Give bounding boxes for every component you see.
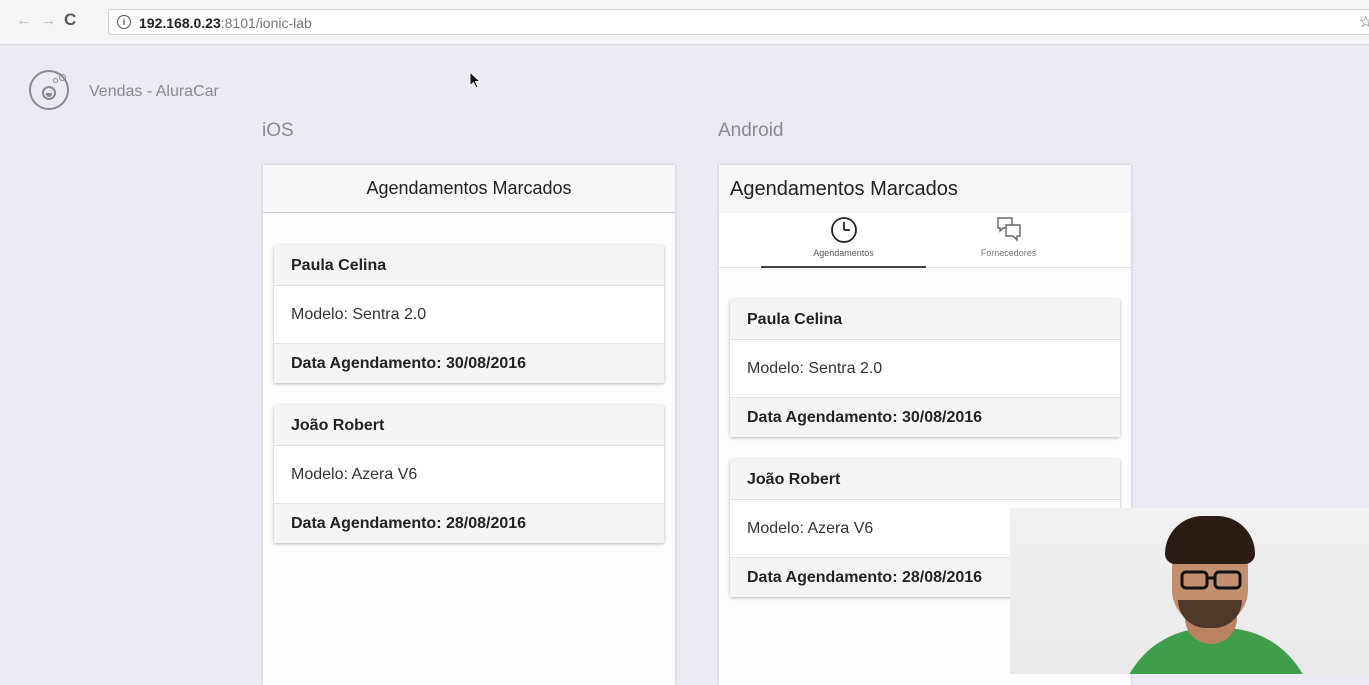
- ios-preview: Agendamentos Marcados Paula Celina Model…: [263, 165, 675, 685]
- bookmark-star-icon[interactable]: ☆: [1359, 12, 1369, 32]
- card-date: Data Agendamento: 28/08/2016: [274, 503, 664, 543]
- presenter-hair: [1165, 516, 1255, 564]
- android-tabbar: Agendamentos Fornecedores: [719, 213, 1131, 268]
- chat-bubbles-icon: [996, 217, 1021, 242]
- card-date: Data Agendamento: 30/08/2016: [274, 343, 664, 383]
- appointment-card[interactable]: Paula Celina Modelo: Sentra 2.0 Data Age…: [730, 299, 1120, 437]
- platform-label-ios: iOS: [262, 120, 294, 141]
- appointment-card[interactable]: Paula Celina Modelo: Sentra 2.0 Data Age…: [274, 245, 664, 383]
- webcam-overlay: [1010, 508, 1369, 674]
- mouse-cursor-icon: [469, 71, 482, 89]
- tab-label: Agendamentos: [813, 248, 874, 258]
- presenter-glasses: [1180, 570, 1242, 590]
- card-customer-name: Paula Celina: [730, 299, 1120, 340]
- tab-selected-indicator: [761, 266, 926, 268]
- card-customer-name: João Robert: [730, 459, 1120, 500]
- flask-shape: [42, 86, 56, 100]
- card-date: Data Agendamento: 30/08/2016: [730, 397, 1120, 437]
- url-host: 192.168.0.23: [139, 15, 221, 31]
- android-toolbar-title: Agendamentos Marcados: [719, 165, 1131, 213]
- url-path: :8101/ionic-lab: [220, 15, 312, 31]
- tab-label: Fornecedores: [980, 248, 1037, 258]
- card-model: Modelo: Sentra 2.0: [730, 340, 1120, 397]
- card-customer-name: Paula Celina: [274, 245, 664, 286]
- tab-fornecedores[interactable]: Fornecedores: [926, 213, 1091, 267]
- platform-label-android: Android: [718, 120, 784, 141]
- bubble-shape: [59, 74, 66, 81]
- card-model: Modelo: Sentra 2.0: [274, 286, 664, 343]
- browser-toolbar: ← → C i 192.168.0.23:8101/ionic-lab ☆: [0, 0, 1369, 45]
- bubble-shape: [53, 78, 58, 83]
- info-icon[interactable]: i: [117, 15, 131, 29]
- card-model: Modelo: Azera V6: [274, 446, 664, 503]
- forward-arrow-icon[interactable]: →: [40, 13, 56, 29]
- url-text: 192.168.0.23:8101/ionic-lab: [139, 15, 312, 31]
- ios-navbar-title: Agendamentos Marcados: [263, 165, 675, 213]
- address-bar[interactable]: i 192.168.0.23:8101/ionic-lab ☆: [108, 9, 1369, 35]
- app-title: Vendas - AluraCar: [89, 83, 219, 100]
- back-arrow-icon[interactable]: ←: [16, 13, 32, 29]
- clock-icon: [830, 217, 857, 243]
- ionic-lab-logo-icon: [29, 70, 69, 110]
- card-customer-name: João Robert: [274, 405, 664, 446]
- reload-icon[interactable]: C: [64, 11, 76, 28]
- appointment-card[interactable]: João Robert Modelo: Azera V6 Data Agenda…: [274, 405, 664, 543]
- tab-agendamentos[interactable]: Agendamentos: [761, 213, 926, 267]
